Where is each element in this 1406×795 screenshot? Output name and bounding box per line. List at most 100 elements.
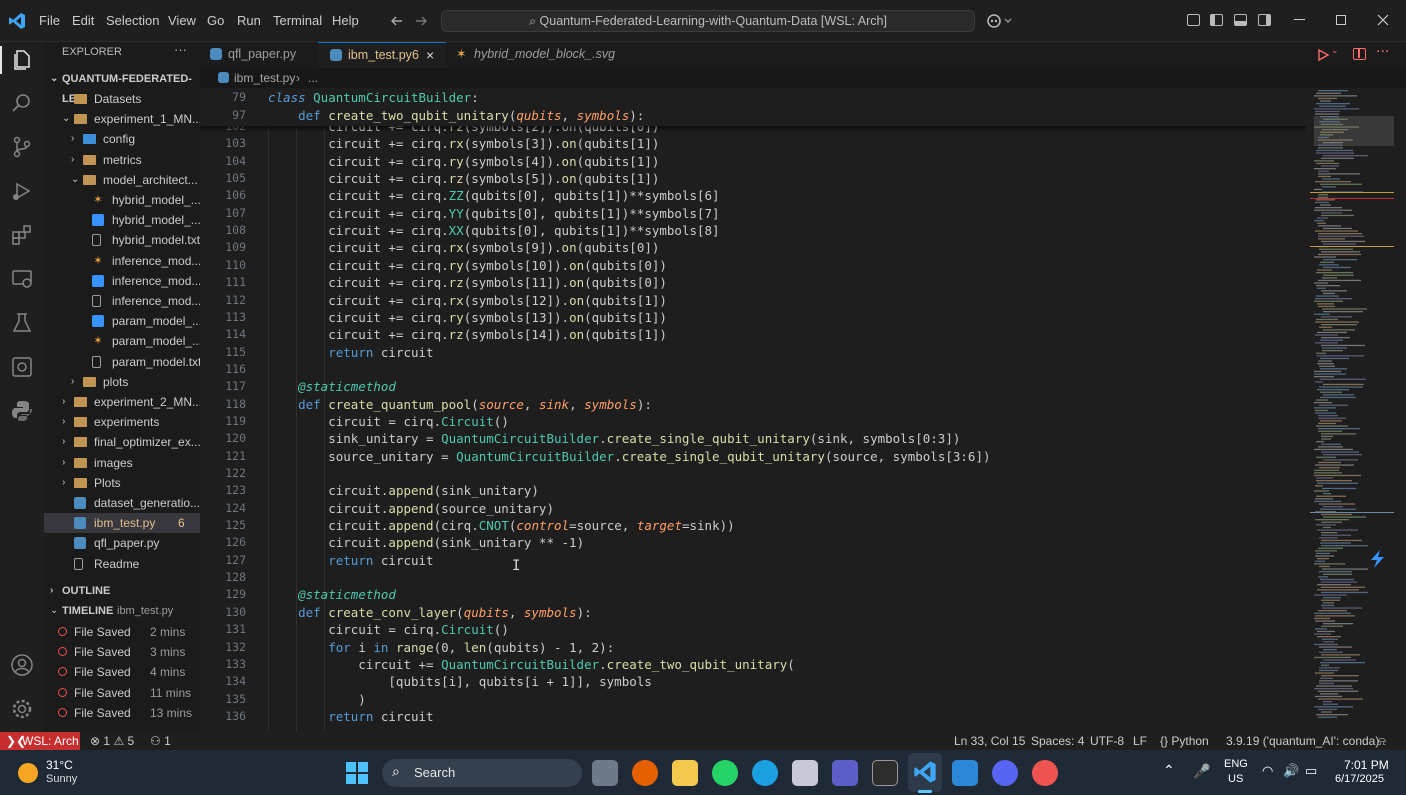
search-icon[interactable]: [10, 91, 34, 115]
code-line[interactable]: 121 source_unitary = QuantumCircuitBuild…: [200, 448, 1306, 465]
teams-icon[interactable]: [832, 760, 858, 786]
encoding[interactable]: UTF-8: [1090, 732, 1124, 750]
timeline-item[interactable]: File Saved 4 mins: [44, 662, 200, 682]
testing-icon[interactable]: [10, 311, 34, 335]
code-line[interactable]: 109 circuit += cirq.rx(symbols[9]).on(qu…: [200, 239, 1306, 256]
tab-qfl-paper[interactable]: qfl_paper.py: [200, 42, 318, 68]
discord-icon[interactable]: [992, 760, 1018, 786]
code-line[interactable]: 120 sink_unitary = QuantumCircuitBuilder…: [200, 430, 1306, 447]
breadcrumb-file[interactable]: ibm_test.py: [234, 68, 295, 88]
account-icon[interactable]: [10, 653, 34, 677]
code-line[interactable]: 125 circuit.append(cirq.CNOT(control=sou…: [200, 517, 1306, 534]
code-line[interactable]: 103 circuit += cirq.rx(symbols[3]).on(qu…: [200, 135, 1306, 152]
lang-region[interactable]: US: [1228, 773, 1243, 785]
tab-ibm-test[interactable]: ibm_test.py 6 ×: [318, 42, 446, 68]
menu-view[interactable]: View: [168, 13, 196, 28]
menu-terminal[interactable]: Terminal: [273, 13, 322, 28]
customize-layout-icon[interactable]: [1187, 14, 1200, 26]
code-line[interactable]: 114 circuit += cirq.rz(symbols[14]).on(q…: [200, 326, 1306, 343]
whatsapp-icon[interactable]: [712, 760, 738, 786]
remote-explorer-icon[interactable]: [10, 267, 34, 291]
breadcrumb-rest[interactable]: ...: [308, 68, 318, 88]
tree-item[interactable]: hybrid_model_...: [44, 210, 200, 230]
code-line[interactable]: 110 circuit += cirq.ry(symbols[10]).on(q…: [200, 257, 1306, 274]
code-line[interactable]: 116: [200, 361, 1306, 378]
sticky-scroll[interactable]: 79 class QuantumCircuitBuilder: 97 def cre…: [200, 88, 1306, 126]
end-of-line[interactable]: LF: [1133, 732, 1147, 750]
clock-date[interactable]: 6/17/2025: [1335, 773, 1384, 785]
outline-section[interactable]: › OUTLINE: [44, 581, 200, 601]
taskbar-search[interactable]: ⌕ Search: [382, 759, 582, 787]
tree-item[interactable]: dataset_generatio...: [44, 493, 200, 513]
tree-item[interactable]: ibm_test.py 6: [44, 513, 200, 534]
language-mode[interactable]: {} Python: [1160, 732, 1209, 750]
tree-item[interactable]: › experiment_2_MN...: [44, 392, 200, 412]
task-view-icon[interactable]: [592, 760, 618, 786]
code-line[interactable]: 123 circuit.append(sink_unitary): [200, 482, 1306, 499]
tree-item[interactable]: › Datasets: [44, 89, 200, 109]
more-actions-icon[interactable]: ···: [174, 42, 187, 57]
minimap[interactable]: [1306, 88, 1406, 732]
minimize-icon[interactable]: [1294, 19, 1305, 20]
menu-file[interactable]: File: [39, 13, 60, 28]
menu-run[interactable]: Run: [237, 13, 261, 28]
code-line[interactable]: 136 return circuit: [200, 708, 1306, 725]
tree-item[interactable]: hybrid_model.txt: [44, 230, 200, 250]
workspace-root[interactable]: ⌄ QUANTUM-FEDERATED-LE...: [44, 69, 200, 105]
restore-icon[interactable]: [1336, 15, 1346, 25]
timeline-item[interactable]: File Saved 3 mins: [44, 642, 200, 662]
python-interpreter[interactable]: 3.9.19 ('quantum_AI': conda): [1226, 732, 1379, 750]
code-line[interactable]: 130 def create_conv_layer(qubits, symbol…: [200, 604, 1306, 621]
extensions-icon[interactable]: [10, 223, 34, 247]
toggle-secondary-sidebar-icon[interactable]: [1258, 14, 1271, 26]
back-arrow-icon[interactable]: [390, 14, 404, 28]
tree-item[interactable]: › final_optimizer_ex...: [44, 432, 200, 452]
tree-item[interactable]: › Plots: [44, 473, 200, 493]
tab-hybrid-model-svg[interactable]: ✶ hybrid_model_block_.svg: [446, 42, 626, 68]
lang-code[interactable]: ENG: [1224, 758, 1248, 770]
battery-icon[interactable]: ▭: [1305, 763, 1317, 779]
code-line[interactable]: 104 circuit += cirq.ry(symbols[4]).on(qu…: [200, 153, 1306, 170]
chevron-down-icon[interactable]: ⌄: [1331, 46, 1339, 56]
file-explorer-icon[interactable]: [672, 760, 698, 786]
code-line[interactable]: 127 return circuit: [200, 552, 1306, 569]
tree-item[interactable]: param_model.txt: [44, 352, 200, 372]
timeline-item[interactable]: File Saved 2 mins: [44, 622, 200, 642]
code-line[interactable]: 134 [qubits[i], qubits[i + 1]], symbols: [200, 673, 1306, 690]
code-line[interactable]: 115 return circuit: [200, 344, 1306, 361]
vscode-logo-icon[interactable]: [8, 12, 26, 30]
code-line[interactable]: 113 circuit += cirq.ry(symbols[13]).on(q…: [200, 309, 1306, 326]
timeline-item[interactable]: File Saved 11 mins: [44, 683, 200, 703]
toggle-sidebar-icon[interactable]: [1210, 14, 1223, 26]
tree-item[interactable]: ✶ hybrid_model_...: [44, 190, 200, 210]
close-tab-icon[interactable]: ×: [426, 43, 434, 67]
code-line[interactable]: 111 circuit += cirq.rz(symbols[11]).on(q…: [200, 274, 1306, 291]
code-line[interactable]: 107 circuit += cirq.YY(qubits[0], qubits…: [200, 205, 1306, 222]
code-line[interactable]: 79 class QuantumCircuitBuilder:: [200, 89, 1306, 106]
code-line[interactable]: 132 for i in range(0, len(qubits) - 1, 2…: [200, 639, 1306, 656]
tree-item[interactable]: inference_mod...: [44, 291, 200, 311]
indentation[interactable]: Spaces: 4: [1031, 732, 1084, 750]
store-icon[interactable]: [792, 760, 818, 786]
menu-edit[interactable]: Edit: [72, 13, 94, 28]
menu-go[interactable]: Go: [207, 13, 224, 28]
more-actions-icon[interactable]: ···: [1376, 44, 1389, 60]
chevron-up-icon[interactable]: ⌃: [1163, 762, 1175, 779]
tree-item[interactable]: ✶ inference_mod...: [44, 251, 200, 271]
settings-gear-icon[interactable]: [10, 697, 34, 721]
code-line[interactable]: 126 circuit.append(sink_unitary ** -1): [200, 534, 1306, 551]
volume-icon[interactable]: 🔊: [1283, 763, 1299, 779]
tool-badge-icon[interactable]: [1366, 548, 1388, 570]
code-line[interactable]: 106 circuit += cirq.ZZ(qubits[0], qubits…: [200, 187, 1306, 204]
menu-selection[interactable]: Selection: [106, 13, 159, 28]
cursor-position[interactable]: Ln 33, Col 15: [954, 732, 1025, 750]
code-line[interactable]: 122: [200, 465, 1306, 482]
chatgpt-icon[interactable]: [1032, 760, 1058, 786]
tree-item[interactable]: ⌄ experiment_1_MN...: [44, 109, 200, 129]
clock-time[interactable]: 7:01 PM: [1344, 758, 1389, 772]
wifi-icon[interactable]: ◠: [1262, 763, 1273, 779]
copilot-icon[interactable]: [986, 12, 1014, 30]
microphone-icon[interactable]: 🎤: [1193, 763, 1210, 780]
tree-item[interactable]: ✶ param_model_...: [44, 331, 200, 351]
code-line[interactable]: 117 @staticmethod: [200, 378, 1306, 395]
